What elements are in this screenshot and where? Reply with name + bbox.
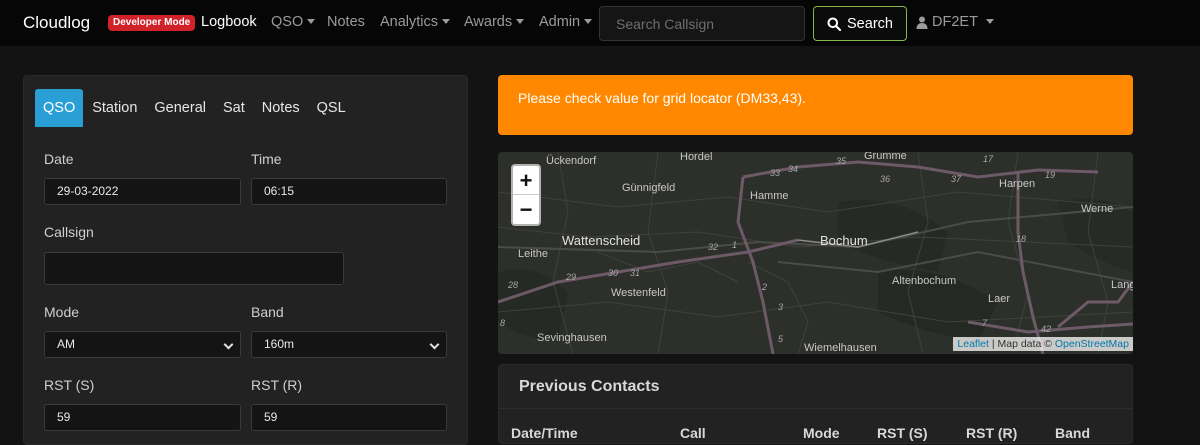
map-place-label: Lang [1111, 279, 1133, 291]
openstreetmap-link[interactable]: OpenStreetMap [1055, 338, 1129, 350]
rst-sent-label: RST (S) [44, 377, 95, 393]
map-road-number: 34 [788, 164, 799, 174]
top-navbar: Cloudlog Developer Mode Logbook QSO Note… [0, 0, 1200, 46]
map-road-number: 1 [732, 240, 738, 250]
map-place-label: Hordel [680, 152, 713, 163]
column-header-rst-received[interactable]: RST (R) [966, 425, 1017, 441]
map-view[interactable]: Ückendorf Hordel Grumme Günnigfeld Hamme… [498, 152, 1133, 354]
search-button[interactable]: Search [813, 6, 907, 41]
band-label: Band [251, 304, 284, 320]
qso-form-tabs: QSO Station General Sat Notes QSL [35, 89, 355, 127]
leaflet-link[interactable]: Leaflet [957, 338, 989, 350]
nav-item-logbook[interactable]: Logbook [201, 14, 257, 30]
map-road-number: 2 [762, 282, 768, 292]
previous-contacts-title: Previous Contacts [519, 378, 660, 395]
column-header-call[interactable]: Call [680, 425, 706, 441]
map-place-label: Harpen [999, 178, 1036, 190]
nav-item-analytics[interactable]: Analytics [380, 14, 451, 30]
column-header-mode[interactable]: Mode [803, 425, 840, 441]
callsign-label: Callsign [44, 224, 94, 240]
column-header-datetime[interactable]: Date/Time [511, 425, 578, 441]
date-label: Date [44, 151, 74, 167]
callsign-field[interactable] [44, 252, 344, 285]
zoom-out-button[interactable]: − [513, 195, 539, 224]
map-road-number: 19 [1045, 170, 1056, 180]
map-place-label: Ückendorf [546, 155, 597, 167]
column-header-band[interactable]: Band [1055, 425, 1090, 441]
tab-notes[interactable]: Notes [254, 89, 308, 127]
map-road-number: 36 [880, 174, 891, 184]
mode-select[interactable]: AM [44, 331, 241, 358]
time-label: Time [251, 151, 282, 167]
tab-sat[interactable]: Sat [215, 89, 253, 127]
nav-item-qso[interactable]: QSO [271, 14, 316, 30]
search-callsign-input[interactable] [599, 6, 805, 41]
developer-mode-badge: Developer Mode [108, 15, 196, 31]
map-zoom-control: + − [511, 164, 541, 226]
time-field[interactable]: 06:15 [251, 178, 447, 205]
map-road-number: 30 [608, 268, 619, 278]
date-field[interactable]: 29-03-2022 [44, 178, 241, 205]
map-place-label: Laer [988, 293, 1011, 305]
column-header-rst-sent[interactable]: RST (S) [877, 425, 928, 441]
grid-locator-warning-alert: Please check value for grid locator (DM3… [498, 75, 1133, 135]
rst-received-label: RST (R) [251, 377, 303, 393]
chevron-down-icon [516, 18, 525, 24]
chevron-down-icon [584, 18, 593, 24]
map-road-number: 17 [983, 154, 994, 164]
chevron-down-icon [223, 339, 234, 350]
map-place-label: Sevinghausen [537, 332, 607, 344]
map-place-label: Günnigfeld [622, 182, 676, 194]
nav-item-notes[interactable]: Notes [327, 14, 365, 30]
brand-logo[interactable]: Cloudlog [23, 13, 90, 33]
map-tiles [498, 152, 1133, 354]
rst-sent-field[interactable]: 59 [44, 404, 241, 431]
map-place-label: Leithe [518, 248, 548, 260]
map-road-number: 5 [778, 334, 784, 344]
map-place-label: Wattenscheid [562, 233, 641, 248]
chevron-down-icon [442, 18, 451, 24]
search-icon [827, 17, 842, 31]
rst-received-field[interactable]: 59 [251, 404, 447, 431]
map-road-number: 28 [508, 280, 519, 290]
user-icon [916, 16, 928, 29]
tab-qso[interactable]: QSO [35, 89, 84, 127]
chevron-down-icon [429, 339, 440, 350]
mode-label: Mode [44, 304, 80, 320]
map-road-number: 35 [836, 156, 847, 166]
chevron-down-icon [985, 18, 994, 24]
map-road-number: 8 [500, 318, 506, 328]
nav-item-awards[interactable]: Awards [464, 14, 525, 30]
tab-qsl[interactable]: QSL [309, 89, 354, 127]
map-road-number: 33 [770, 168, 781, 178]
user-menu[interactable]: DF2ET [916, 14, 994, 30]
band-select[interactable]: 160m [251, 331, 447, 358]
map-road-number: 3 [778, 302, 784, 312]
chevron-down-icon [307, 18, 316, 24]
zoom-in-button[interactable]: + [513, 166, 539, 195]
map-road-number: 32 [708, 242, 719, 252]
map-road-number: 37 [951, 174, 962, 184]
map-place-label: Westenfeld [611, 287, 666, 299]
nav-item-admin[interactable]: Admin [539, 14, 593, 30]
map-road-number: 29 [566, 272, 577, 282]
tab-general[interactable]: General [146, 89, 214, 127]
contacts-divider [498, 408, 1133, 409]
map-place-label: Altenbochum [892, 275, 957, 287]
map-place-label: Wiemelhausen [804, 342, 877, 354]
map-attribution: Leaflet | Map data © OpenStreetMap [953, 337, 1133, 351]
map-road-number: 18 [1016, 234, 1027, 244]
tab-station[interactable]: Station [84, 89, 145, 127]
map-road-number: 7 [982, 318, 988, 328]
map-place-label: Hamme [750, 190, 789, 202]
map-place-label: Werne [1081, 203, 1114, 215]
map-road-number: 31 [630, 268, 641, 278]
map-place-label: Bochum [820, 233, 868, 248]
map-place-label: Grumme [864, 152, 907, 162]
map-road-number: 42 [1041, 324, 1052, 334]
